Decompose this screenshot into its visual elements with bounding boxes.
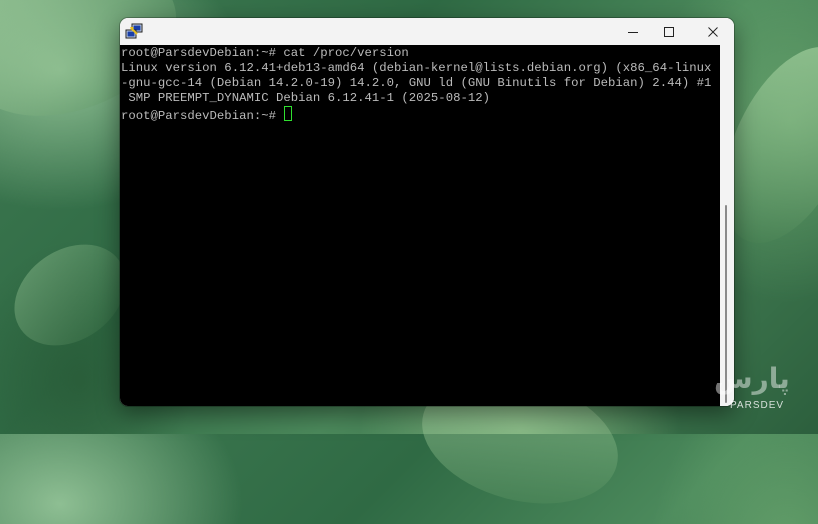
parsdev-watermark: پارس PARSDEV (714, 362, 814, 414)
close-icon (708, 26, 718, 37)
putty-window: root@ParsdevDebian:~# cat /proc/version L… (120, 18, 734, 406)
maximize-button[interactable] (651, 18, 687, 45)
terminal-line: Linux version 6.12.41+deb13-amd64 (debia… (121, 61, 712, 75)
minimize-icon (628, 31, 638, 33)
putty-icon[interactable] (125, 23, 143, 40)
terminal-line: SMP PREEMPT_DYNAMIC Debian 6.12.41-1 (20… (121, 91, 490, 105)
terminal-area[interactable]: root@ParsdevDebian:~# cat /proc/version L… (120, 45, 720, 406)
terminal-line: root@ParsdevDebian:~# cat /proc/version (121, 46, 409, 60)
close-button[interactable] (695, 18, 731, 45)
watermark-text: PARSDEV (730, 400, 785, 411)
terminal-line: -gnu-gcc-14 (Debian 14.2.0-19) 14.2.0, G… (121, 76, 712, 90)
prompt-line: root@ParsdevDebian:~# (121, 106, 711, 123)
minimize-button[interactable] (615, 18, 651, 45)
terminal-cursor (284, 106, 293, 121)
terminal-prompt: root@ParsdevDebian:~# (121, 109, 284, 123)
maximize-icon (664, 26, 674, 37)
title-bar[interactable] (120, 18, 734, 45)
terminal-output: root@ParsdevDebian:~# cat /proc/version L… (121, 46, 712, 123)
vertical-scrollbar[interactable] (720, 45, 734, 406)
watermark-logo: پارس (714, 362, 790, 395)
